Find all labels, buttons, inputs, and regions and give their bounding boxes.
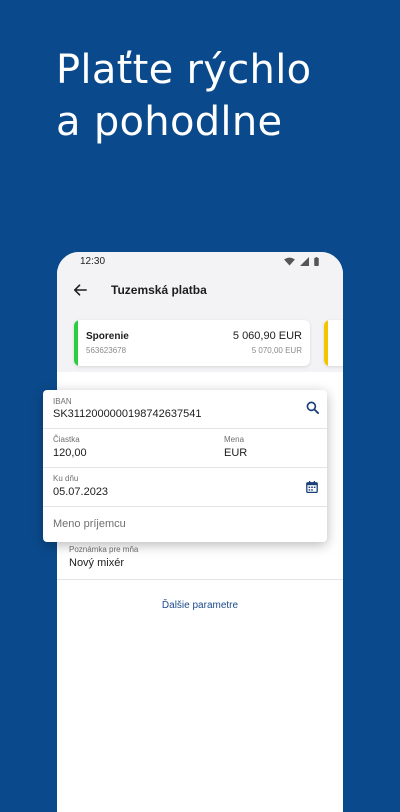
account-card-sporenie[interactable]: Sporenie 563623678 5 060,90 EUR 5 070,00…	[74, 320, 310, 366]
note-label: Poznámka pre mňa	[69, 545, 139, 554]
account-balance: 5 060,90 EUR	[232, 330, 302, 342]
payment-form-card: IBAN SK3112000000198742637541 Čiastka 12…	[43, 390, 327, 542]
date-value: 05.07.2023	[53, 486, 109, 498]
more-parameters-link[interactable]: Ďalšie parametre	[57, 600, 343, 611]
app-bar: Tuzemská platba	[57, 270, 343, 310]
calendar-icon	[306, 481, 318, 493]
account-carousel[interactable]: Sporenie 563623678 5 060,90 EUR 5 070,00…	[57, 310, 343, 372]
amount-value: 120,00	[53, 447, 87, 459]
iban-field[interactable]: IBAN SK3112000000198742637541	[43, 390, 327, 429]
status-bar: 12:30	[57, 252, 343, 270]
back-arrow-icon[interactable]	[73, 283, 87, 297]
date-label: Ku dňu	[53, 474, 79, 483]
currency-field[interactable]: Mena EUR	[213, 428, 327, 467]
amount-field[interactable]: Čiastka 120,00	[43, 428, 213, 467]
account-number: 563623678	[86, 346, 127, 355]
account-card-next[interactable]	[324, 320, 343, 366]
note-value: Nový mixér	[69, 557, 125, 569]
calendar-button[interactable]	[306, 481, 318, 493]
currency-value: EUR	[224, 447, 248, 459]
page-title: Tuzemská platba	[111, 283, 207, 297]
headline-line-1: Plaťte rýchlo	[56, 47, 312, 93]
signal-icon	[300, 256, 309, 266]
recipient-name-field[interactable]: Meno príjemcu	[43, 506, 327, 542]
amount-currency-row: Čiastka 120,00 Mena EUR	[43, 428, 327, 468]
battery-icon	[314, 256, 319, 266]
account-name: Sporenie	[86, 331, 129, 342]
account-available: 5 070,00 EUR	[251, 346, 302, 355]
search-icon	[306, 401, 319, 414]
account-color-bar	[74, 320, 78, 366]
account-color-bar	[324, 320, 328, 366]
note-field[interactable]: Poznámka pre mňa Nový mixér	[57, 542, 343, 580]
status-icons	[284, 256, 319, 266]
status-time: 12:30	[80, 255, 106, 267]
recipient-placeholder: Meno príjemcu	[53, 518, 126, 530]
iban-label: IBAN	[53, 397, 72, 406]
iban-value: SK3112000000198742637541	[53, 408, 202, 420]
headline-line-2: a pohodlne	[56, 99, 283, 145]
promo-headline: Plaťte rýchlo a pohodlne	[56, 44, 376, 148]
date-field[interactable]: Ku dňu 05.07.2023	[43, 467, 327, 507]
search-button[interactable]	[306, 401, 319, 414]
amount-label: Čiastka	[53, 435, 80, 444]
wifi-icon	[284, 257, 295, 266]
currency-label: Mena	[224, 435, 245, 444]
